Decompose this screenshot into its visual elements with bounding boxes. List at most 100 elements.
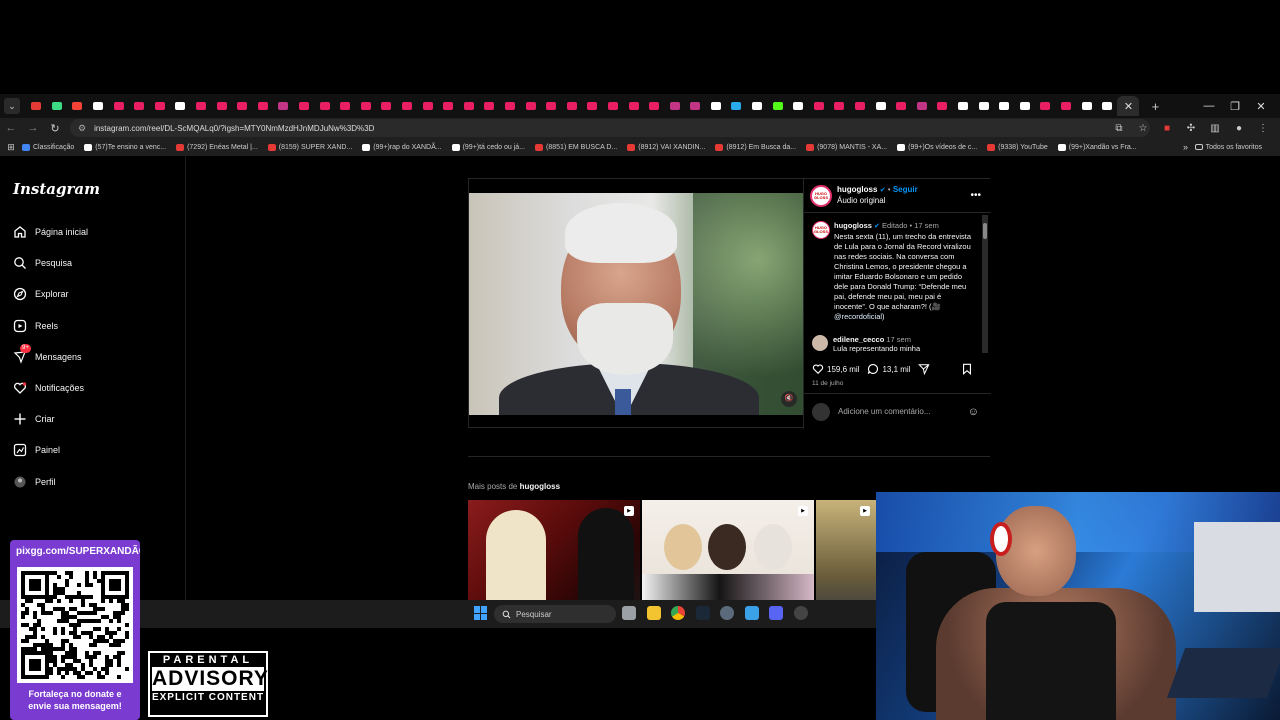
forward-button[interactable]: →: [22, 122, 44, 134]
extensions-puzzle-icon[interactable]: ✣: [1184, 123, 1198, 134]
browser-tab[interactable]: [1056, 96, 1077, 116]
more-posts-username[interactable]: hugogloss: [520, 482, 560, 491]
browser-tab[interactable]: [541, 96, 562, 116]
url-field[interactable]: ⚙ instagram.com/reel/DL-ScMQALq0/?igsh=M…: [70, 119, 1150, 137]
bookmark-item[interactable]: (99+)tá cedo ou já...: [451, 143, 525, 151]
mute-icon[interactable]: 🔇: [781, 391, 797, 407]
browser-tab[interactable]: [788, 96, 809, 116]
comment-username[interactable]: edilene_cecco: [833, 335, 884, 344]
start-button[interactable]: [474, 606, 488, 620]
emoji-icon[interactable]: ☺: [968, 406, 979, 418]
close-window-button[interactable]: ✕: [1248, 100, 1274, 113]
browser-tab[interactable]: [150, 96, 171, 116]
maximize-button[interactable]: ❐: [1222, 100, 1248, 113]
site-info-icon[interactable]: ⚙: [78, 123, 86, 134]
browser-tab[interactable]: [644, 96, 665, 116]
browser-tab[interactable]: [26, 96, 47, 116]
sidebar-item-notifications[interactable]: Notificações: [12, 380, 84, 396]
bookmark-star-icon[interactable]: ☆: [1136, 123, 1150, 134]
browser-tab[interactable]: [273, 96, 294, 116]
apps-grid-icon[interactable]: ⊞: [0, 142, 22, 153]
audio-label[interactable]: Áudio original: [837, 196, 918, 206]
commenter-avatar[interactable]: [812, 335, 828, 351]
browser-tab[interactable]: [623, 96, 644, 116]
browser-tab[interactable]: [664, 96, 685, 116]
bookmark-item[interactable]: (8912) Em Busca da...: [715, 143, 796, 151]
sidebar-item-explore[interactable]: Explorar: [12, 286, 69, 302]
reel-video[interactable]: 🔇: [469, 193, 803, 415]
browser-tab[interactable]: [850, 96, 871, 116]
author-avatar[interactable]: HUGO GLOSS: [810, 184, 832, 207]
bookmark-item[interactable]: (8912) VAI XANDIN...: [627, 143, 705, 151]
author-username[interactable]: hugogloss: [837, 185, 877, 194]
bookmark-item[interactable]: Classificação: [22, 143, 74, 151]
more-options-icon[interactable]: •••: [970, 190, 981, 201]
browser-tab[interactable]: [335, 96, 356, 116]
browser-tab[interactable]: [973, 96, 994, 116]
browser-tab[interactable]: [1076, 96, 1097, 116]
app-icon[interactable]: [745, 606, 759, 620]
bookmark-item[interactable]: (7292) Enéas Metal |...: [176, 143, 258, 151]
app-icon[interactable]: [769, 606, 783, 620]
sidebar-item-search[interactable]: Pesquisa: [12, 255, 72, 271]
browser-tab[interactable]: [767, 96, 788, 116]
like-button[interactable]: 159,6 mil: [812, 363, 859, 375]
minimize-button[interactable]: —: [1196, 100, 1222, 112]
browser-tab[interactable]: [520, 96, 541, 116]
browser-tab[interactable]: [747, 96, 768, 116]
sidebar-item-dashboard[interactable]: Painel: [12, 442, 60, 458]
browser-tab[interactable]: [603, 96, 624, 116]
browser-tab[interactable]: [953, 96, 974, 116]
extension-icon[interactable]: ■: [1160, 123, 1174, 134]
browser-tab[interactable]: [1097, 96, 1118, 116]
sidebar-item-create[interactable]: Criar: [12, 411, 55, 427]
bookmark-item[interactable]: (99+)Os vídeos de c...: [897, 143, 977, 151]
browser-tab[interactable]: [809, 96, 830, 116]
back-button[interactable]: ←: [0, 122, 22, 134]
browser-tab[interactable]: [397, 96, 418, 116]
browser-tab[interactable]: [1035, 96, 1056, 116]
instagram-logo[interactable]: Instagram: [13, 180, 100, 198]
follow-button[interactable]: Seguir: [893, 185, 918, 194]
caption-username[interactable]: hugogloss: [834, 221, 872, 230]
browser-tab[interactable]: [314, 96, 335, 116]
browser-tab[interactable]: [726, 96, 747, 116]
sidebar-item-profile[interactable]: Perfil: [12, 474, 56, 490]
bookmark-item[interactable]: (9338) YouTube: [987, 143, 1048, 151]
browser-tab[interactable]: [994, 96, 1015, 116]
browser-tab[interactable]: [376, 96, 397, 116]
comment-button[interactable]: 13,1 mil: [867, 363, 910, 375]
browser-tab[interactable]: [294, 96, 315, 116]
browser-tab[interactable]: [706, 96, 727, 116]
new-tab-button[interactable]: +: [1145, 99, 1165, 114]
chrome-icon[interactable]: [671, 606, 685, 620]
bookmark-item[interactable]: (8159) SUPER XAND...: [267, 143, 352, 151]
all-favorites-folder[interactable]: Todos os favoritos: [1194, 144, 1262, 151]
browser-tab[interactable]: [829, 96, 850, 116]
sidebar-item-reels[interactable]: Reels: [12, 318, 58, 334]
browser-tab[interactable]: [582, 96, 603, 116]
browser-tab[interactable]: [870, 96, 891, 116]
browser-tab[interactable]: [47, 96, 68, 116]
profile-avatar[interactable]: ●: [1232, 123, 1246, 134]
browser-tab[interactable]: [1015, 96, 1036, 116]
browser-tab[interactable]: [458, 96, 479, 116]
browser-menu-icon[interactable]: ⋮: [1256, 123, 1270, 134]
browser-tab[interactable]: [500, 96, 521, 116]
browser-tab[interactable]: [67, 96, 88, 116]
browser-tab[interactable]: [417, 96, 438, 116]
browser-tab[interactable]: [108, 96, 129, 116]
task-view-icon[interactable]: [622, 606, 636, 620]
browser-tab[interactable]: [356, 96, 377, 116]
active-tab-close-button[interactable]: ✕: [1117, 96, 1140, 116]
browser-tab[interactable]: [232, 96, 253, 116]
browser-tab[interactable]: [685, 96, 706, 116]
browser-tab[interactable]: [170, 96, 191, 116]
bookmark-item[interactable]: (9078) MANTIS - XA...: [806, 143, 887, 151]
sidebar-item-home[interactable]: Página inicial: [12, 224, 88, 240]
browser-tab[interactable]: [479, 96, 500, 116]
browser-tab[interactable]: [88, 96, 109, 116]
browser-tab[interactable]: [129, 96, 150, 116]
comments-scrollbar[interactable]: [982, 215, 988, 353]
bookmark-item[interactable]: (99+)rap do XANDÃ...: [362, 143, 442, 151]
